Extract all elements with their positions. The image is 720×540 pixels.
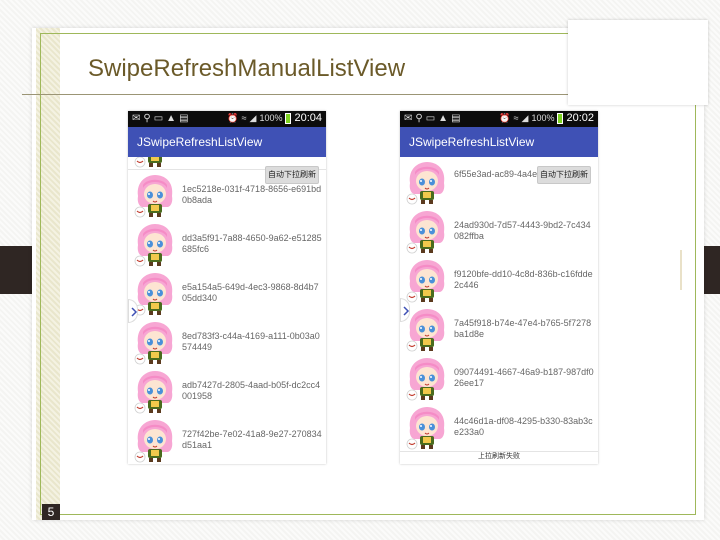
signal-icon: ◢ [249,112,257,123]
phone-screenshot-2: ✉ ⚲ ▭ ▲ ▤ ⏰ ≈ ◢ 100% 20:02 JSwipeRefresh… [400,111,598,464]
usb-icon: ⚲ [415,113,423,124]
corner-box [568,20,708,105]
list-item[interactable]: 44c46d1a-df08-4295-b330-83ab3ce233a0 [400,402,598,452]
list-item-text: 727f42be-7e02-41a8-9e27-270834d51aa1 [182,429,322,450]
list-item-text: 09074491-4667-46a9-b187-987df026ee17 [454,367,594,388]
keyboard-icon: ▭ [153,113,164,124]
status-time: 20:02 [566,112,594,124]
usb-icon: ⚲ [143,113,151,124]
signal-icon: ◢ [521,112,529,123]
page-number: 5 [42,504,60,520]
list-item[interactable]: 727f42be-7e02-41a8-9e27-270834d51aa1 [128,415,326,464]
auto-refresh-button[interactable]: 自动下拉刷新 [537,166,591,184]
list-item-text: dd3a5f91-7a88-4650-9a62-e51285685fc6 [182,233,322,254]
app-title: JSwipeRefreshListView [409,135,535,149]
alarm-icon: ⏰ [499,112,511,123]
avatar-icon [134,272,176,316]
avatar-icon [134,370,176,414]
list-item[interactable]: f9120bfe-dd10-4c8d-836b-c16fdde2c446 [400,255,598,305]
list-item-text: 1ec5218e-031f-4718-8656-e691bd0b8ada [182,184,322,205]
avatar-icon [134,174,176,218]
chevron-right-icon [403,306,410,316]
list-item[interactable]: e5a154a5-649d-4ec3-9868-8d4b705dd340 [128,268,326,318]
slide-title: SwipeRefreshManualListView [88,55,406,82]
list-item[interactable]: 24ad930d-7d57-4443-9bd2-7c434082ffba [400,206,598,256]
list-item[interactable]: adb7427d-2805-4aad-b05f-dc2cc4001958 [128,366,326,416]
app-bar: JSwipeRefreshListView [128,127,326,157]
wifi-icon: ≈ [241,113,247,123]
wifi-icon: ≈ [513,113,519,123]
list-item-text: 24ad930d-7d57-4443-9bd2-7c434082ffba [454,220,591,241]
file-icon: ▤ [179,113,189,124]
avatar-icon [406,357,448,401]
list-item-text: 44c46d1a-df08-4295-b330-83ab3ce233a0 [454,416,593,437]
list-item-text: 8ed783f3-c44a-4169-a111-0b03a0574449 [182,331,320,352]
chevron-right-icon [131,307,138,317]
avatar-icon [134,223,176,267]
app-bar: JSwipeRefreshListView [400,127,598,157]
app-title: JSwipeRefreshListView [137,135,263,149]
file-icon: ▤ [451,113,461,124]
avatar-icon [406,259,448,303]
phone-screenshot-1: ✉ ⚲ ▭ ▲ ▤ ⏰ ≈ ◢ 100% 20:04 JSwipeRefresh… [128,111,326,464]
status-time: 20:04 [294,112,322,124]
load-more-footer: 上拉刷新失败 [478,453,520,460]
avatar-icon [134,157,176,168]
list-view[interactable]: 1ec5218e-031f-4718-8656-e691bd0b8ada dd3… [128,157,326,464]
alarm-icon: ⏰ [227,112,239,123]
notification-icon: ✉ [404,113,413,124]
android-icon: ▲ [166,113,177,124]
list-view[interactable]: 6f55e3ad-ac89-4a4e-8ea6-8cf4 24ad930d-7d… [400,157,598,464]
list-item-text: e5a154a5-649d-4ec3-9868-8d4b705dd340 [182,282,319,303]
list-item-text: adb7427d-2805-4aad-b05f-dc2cc4001958 [182,380,321,401]
auto-refresh-button[interactable]: 自动下拉刷新 [265,166,319,184]
avatar-icon [406,161,448,205]
avatar-icon [134,419,176,463]
battery-percent: 100% [531,113,555,123]
notification-icon: ✉ [132,113,141,124]
avatar-icon [406,308,448,352]
battery-percent: 100% [259,113,283,123]
list-item[interactable]: 09074491-4667-46a9-b187-987df026ee17 [400,353,598,403]
list-item[interactable]: dd3a5f91-7a88-4650-9a62-e51285685fc6 [128,219,326,269]
battery-icon [285,112,292,124]
list-item[interactable]: 7a45f918-b74e-47e4-b765-5f7278ba1d8e [400,304,598,354]
avatar-icon [406,406,448,450]
status-bar: ✉ ⚲ ▭ ▲ ▤ ⏰ ≈ ◢ 100% 20:02 [400,111,598,127]
list-item-text: 7a45f918-b74e-47e4-b765-5f7278ba1d8e [454,318,592,339]
status-bar: ✉ ⚲ ▭ ▲ ▤ ⏰ ≈ ◢ 100% 20:04 [128,111,326,127]
avatar-icon [134,321,176,365]
android-icon: ▲ [438,113,449,124]
battery-icon [557,112,564,124]
list-item-text: f9120bfe-dd10-4c8d-836b-c16fdde2c446 [454,269,593,290]
keyboard-icon: ▭ [425,113,436,124]
avatar-icon [406,210,448,254]
list-item[interactable]: 8ed783f3-c44a-4169-a111-0b03a0574449 [128,317,326,367]
